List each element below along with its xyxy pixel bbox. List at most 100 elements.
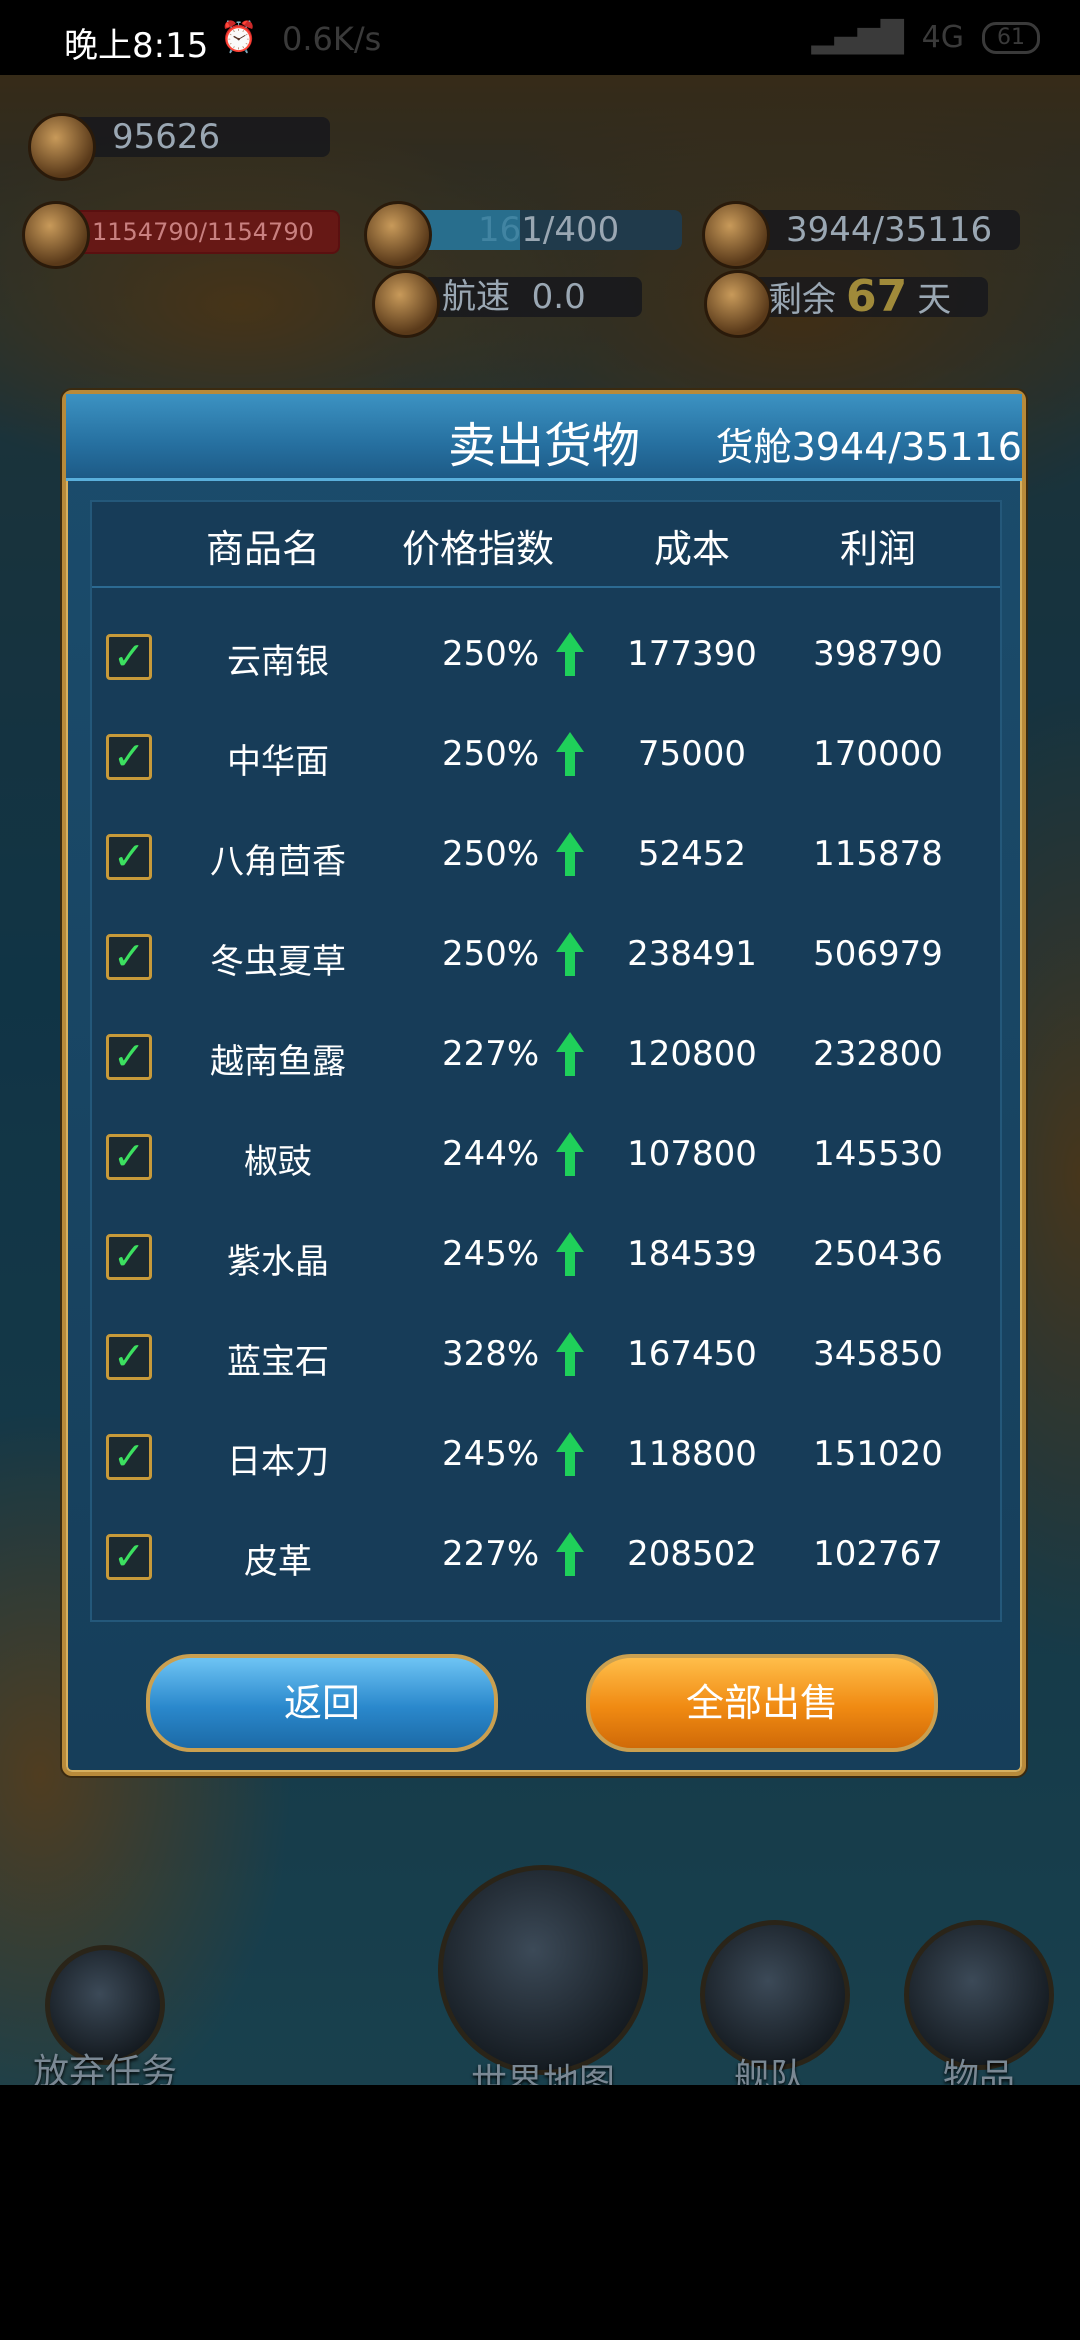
table-row[interactable]: ✓ 椒豉 244% 107800 145530 [92, 1108, 1000, 1208]
speed-label: 航速 [442, 277, 510, 317]
price-up-arrow-icon [556, 1532, 584, 1576]
goods-name: 日本刀 [227, 1442, 329, 1482]
price-index: 227% [442, 1034, 540, 1074]
cost: 208502 [627, 1534, 757, 1574]
goods-name: 蓝宝石 [227, 1342, 329, 1382]
table-header: 商品名 价格指数 成本 利润 [92, 502, 1000, 588]
table-row[interactable]: ✓ 冬虫夏草 250% 238491 506979 [92, 908, 1000, 1008]
gold-counter: 95626 [60, 117, 330, 157]
checkbox[interactable]: ✓ [106, 934, 152, 980]
bread-icon [704, 270, 772, 338]
checkbox[interactable]: ✓ [106, 1334, 152, 1380]
cost: 107800 [627, 1134, 757, 1174]
table-row[interactable]: ✓ 日本刀 245% 118800 151020 [92, 1408, 1000, 1508]
table-row[interactable]: ✓ 蓝宝石 328% 167450 345850 [92, 1308, 1000, 1408]
profit: 115878 [813, 834, 943, 874]
cost: 184539 [627, 1234, 757, 1274]
profit: 102767 [813, 1534, 943, 1574]
world-map-label: 世界地图 [470, 2062, 615, 2085]
cost: 118800 [627, 1434, 757, 1474]
table-row[interactable]: ✓ 越南鱼露 227% 120800 232800 [92, 1008, 1000, 1108]
network-speed: 0.6K/s [282, 20, 382, 58]
goods-name: 中华面 [227, 742, 329, 782]
price-index: 244% [442, 1134, 540, 1174]
price-index: 250% [442, 834, 540, 874]
table-row[interactable]: ✓ 八角茴香 250% 52452 115878 [92, 808, 1000, 908]
days-value: 67 [846, 271, 908, 322]
checkbox[interactable]: ✓ [106, 634, 152, 680]
network-type: 4G [921, 20, 964, 55]
cost: 120800 [627, 1034, 757, 1074]
alarm-icon: ⏰ [220, 20, 258, 55]
sell-all-button[interactable]: 全部出售 [586, 1654, 938, 1752]
durability-value: 1154790/1154790 [92, 218, 314, 246]
checkbox[interactable]: ✓ [106, 1534, 152, 1580]
abandon-task-label: 放弃任务 [32, 2052, 177, 2085]
durability-bar: 1154790/1154790 [60, 210, 340, 254]
table-row[interactable]: ✓ 紫水晶 245% 184539 250436 [92, 1208, 1000, 1308]
goods-table: 商品名 价格指数 成本 利润 ✓ 云南银 250% 177390 398790 … [90, 500, 1002, 1622]
price-up-arrow-icon [556, 1032, 584, 1076]
price-index: 250% [442, 634, 540, 674]
checkbox[interactable]: ✓ [106, 734, 152, 780]
goods-name: 皮革 [244, 1542, 312, 1582]
abandon-task-button[interactable]: 放弃任务 [20, 1945, 190, 2085]
table-row[interactable]: ✓ 皮革 227% 208502 102767 [92, 1508, 1000, 1608]
items-button[interactable]: 物品 [904, 1920, 1054, 2085]
globe-icon [438, 1865, 648, 2075]
fleet-button[interactable]: 舰队 [700, 1920, 850, 2085]
cost: 177390 [627, 634, 757, 674]
days-remaining: 剩余 67 天 [750, 275, 988, 320]
price-up-arrow-icon [556, 1132, 584, 1176]
price-index: 250% [442, 934, 540, 974]
cost: 238491 [627, 934, 757, 974]
goods-name: 椒豉 [244, 1142, 312, 1182]
cargo-value: 3944/35116 [786, 210, 993, 250]
cargo-crate-icon [702, 201, 770, 269]
price-index: 245% [442, 1234, 540, 1274]
table-row[interactable]: ✓ 中华面 250% 75000 170000 [92, 708, 1000, 808]
fleet-label: 舰队 [733, 2057, 806, 2085]
price-index: 250% [442, 734, 540, 774]
header-name: 商品名 [205, 527, 320, 571]
goods-name: 云南银 [227, 642, 329, 682]
checkbox[interactable]: ✓ [106, 1234, 152, 1280]
checkbox[interactable]: ✓ [106, 834, 152, 880]
goods-name: 紫水晶 [227, 1242, 329, 1282]
cargo-bar: 3944/35116 [750, 210, 1020, 250]
price-up-arrow-icon [556, 932, 584, 976]
price-up-arrow-icon [556, 732, 584, 776]
price-index: 227% [442, 1534, 540, 1574]
checkbox[interactable]: ✓ [106, 1034, 152, 1080]
price-up-arrow-icon [556, 1232, 584, 1276]
price-up-arrow-icon [556, 1432, 584, 1476]
cost: 167450 [627, 1334, 757, 1374]
table-row[interactable]: ✓ 云南银 250% 177390 398790 [92, 608, 1000, 708]
profit: 398790 [813, 634, 943, 674]
cost: 52452 [637, 834, 747, 874]
dialog-header: 卖出货物 货舱3944/35116 [66, 394, 1022, 481]
profit: 170000 [813, 734, 943, 774]
checkbox[interactable]: ✓ [106, 1434, 152, 1480]
hammer-icon [22, 201, 90, 269]
price-up-arrow-icon [556, 632, 584, 676]
checkbox[interactable]: ✓ [106, 1134, 152, 1180]
ship-icon [372, 270, 440, 338]
world-map-button[interactable]: 世界地图 [438, 1865, 648, 2085]
days-unit: 天 [917, 280, 952, 320]
sell-goods-dialog: 卖出货物 货舱3944/35116 商品名 价格指数 成本 利润 ✓ 云南银 2… [62, 390, 1026, 1776]
back-button[interactable]: 返回 [146, 1654, 498, 1752]
price-index: 245% [442, 1434, 540, 1474]
speed-value: 0.0 [531, 277, 586, 317]
signal-icon: ▂▄▆█ [811, 20, 904, 55]
header-price-index: 价格指数 [402, 527, 555, 571]
profit: 250436 [813, 1234, 943, 1274]
gold-value: 95626 [112, 117, 221, 157]
profit: 145530 [813, 1134, 943, 1174]
profit: 506979 [813, 934, 943, 974]
status-bar: 晚上8:15 ⏰ 0.6K/s ▂▄▆█ 4G 61 [0, 0, 1080, 75]
goods-name: 越南鱼露 [210, 1042, 346, 1082]
sailor-icon [364, 201, 432, 269]
days-label: 剩余 [768, 280, 836, 320]
items-label: 物品 [942, 2057, 1015, 2085]
